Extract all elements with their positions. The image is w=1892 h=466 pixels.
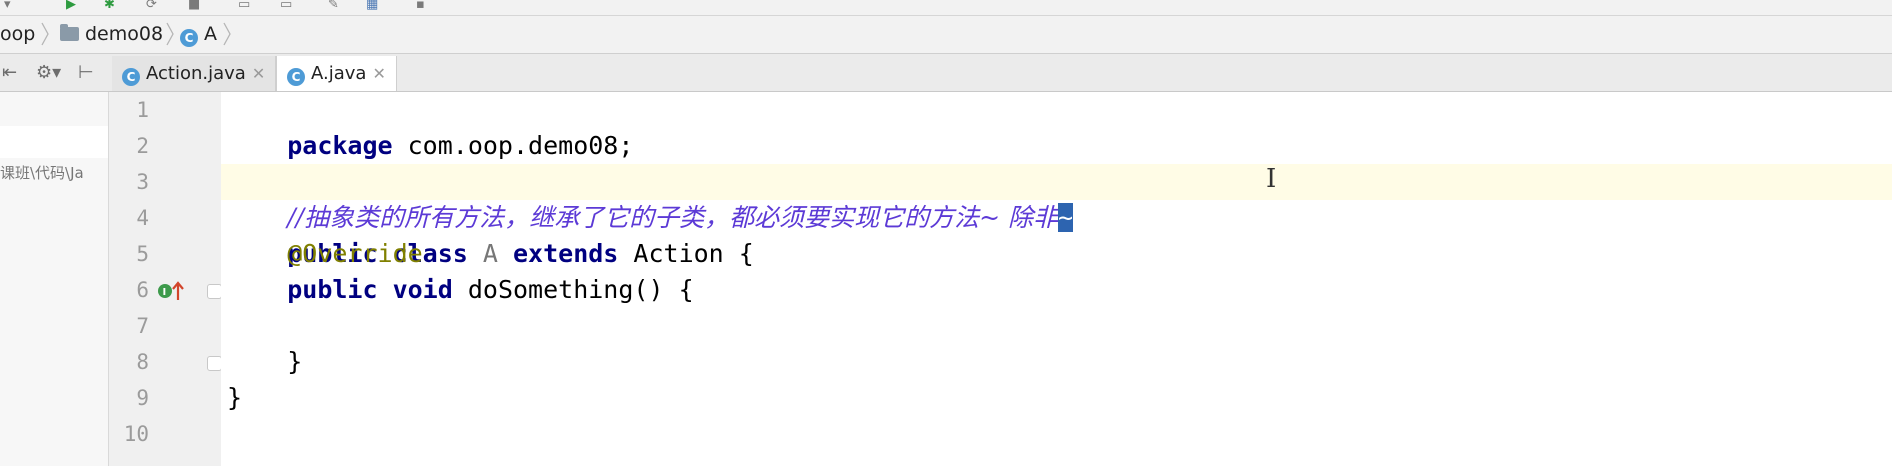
- collapse-icon[interactable]: ⇤: [2, 54, 17, 91]
- class-icon: C: [122, 68, 140, 86]
- svg-text:I: I: [163, 287, 167, 298]
- keyword: package: [287, 131, 393, 160]
- breadcrumb-label: demo08: [85, 23, 164, 45]
- line-number: 1: [136, 98, 149, 122]
- gear-icon[interactable]: ⚙▾: [36, 54, 61, 91]
- line-number: 6: [136, 278, 149, 302]
- tab-action-java[interactable]: C Action.java ✕: [112, 56, 277, 91]
- annotation: @Override: [287, 239, 423, 268]
- line-number: 8: [136, 350, 149, 374]
- code-line-8: }: [227, 344, 302, 380]
- selected-text: ~: [1057, 203, 1074, 232]
- superclass-name: Action {: [618, 239, 754, 268]
- breadcrumb-item-demo08[interactable]: demo08: [60, 16, 163, 53]
- class-icon: C: [287, 68, 305, 86]
- project-path-text: 课班\代码\Ja: [0, 164, 84, 182]
- method-signature: doSomething() {: [452, 275, 694, 304]
- closing-brace: }: [227, 383, 243, 412]
- line-number: 9: [136, 386, 149, 410]
- keyword: public void: [287, 275, 453, 304]
- breadcrumb-separator: [222, 22, 232, 46]
- project-tree-row[interactable]: [0, 126, 108, 158]
- breadcrumb-label: oop: [0, 23, 36, 45]
- line-number: 4: [136, 206, 149, 230]
- breadcrumb: oop demo08 CA: [0, 16, 1892, 54]
- editor-gutter: 1 2 3 4 5 6 7 8 9 10 I: [109, 92, 222, 466]
- line-number: 10: [123, 422, 149, 446]
- dropdown-icon[interactable]: ▾: [4, 0, 11, 11]
- save-icon[interactable]: ▪: [416, 0, 425, 11]
- project-panel-toolbar: ⇤ ⚙▾ ⊢: [0, 54, 110, 91]
- hide-panel-icon[interactable]: ⊢: [78, 54, 94, 91]
- class-name: A: [467, 239, 513, 268]
- debug-icon[interactable]: ✱: [104, 0, 115, 11]
- code-line-9: }: [227, 380, 242, 416]
- run-icon[interactable]: ▶: [66, 0, 76, 11]
- text-cursor-icon: I: [1266, 164, 1277, 194]
- stop-icon[interactable]: ■: [188, 0, 200, 11]
- structure-icon[interactable]: ▦: [366, 0, 378, 11]
- package-name: com.oop.demo08;: [392, 131, 634, 160]
- tab-a-java[interactable]: C A.java ✕: [276, 56, 397, 91]
- closing-brace: }: [287, 347, 303, 376]
- close-icon[interactable]: ✕: [372, 64, 385, 83]
- editor-tab-bar: ⇤ ⚙▾ ⊢ C Action.java ✕ C A.java ✕: [0, 54, 1892, 93]
- breadcrumb-separator: [40, 22, 50, 46]
- settings-icon[interactable]: ✎: [328, 0, 339, 11]
- breadcrumb-separator: [165, 22, 175, 46]
- coverage-icon[interactable]: ⟳: [146, 0, 157, 11]
- code-line-5: @Override: [227, 236, 423, 272]
- tab-label: A.java: [311, 63, 367, 84]
- line-number: 7: [136, 314, 149, 338]
- class-icon: C: [180, 29, 198, 47]
- project-panel: 课班\代码\Ja: [0, 92, 109, 466]
- code-line-6: public void doSomething() {: [227, 272, 694, 308]
- implements-method-icon[interactable]: I: [157, 280, 187, 306]
- code-line-4: public class A extends Action {: [227, 200, 754, 268]
- build-icon[interactable]: ▭: [238, 0, 250, 11]
- close-icon[interactable]: ✕: [252, 64, 265, 83]
- breadcrumb-label: A: [204, 23, 217, 45]
- sdk-icon[interactable]: ▭: [280, 0, 292, 11]
- line-number: 3: [136, 170, 149, 194]
- main-toolbar: ▾ ▶ ✱ ⟳ ■ ▭ ▭ ✎ ▦ ▪: [0, 0, 1892, 16]
- breadcrumb-item-oop[interactable]: oop: [0, 16, 35, 53]
- keyword: extends: [513, 239, 619, 268]
- tab-label: Action.java: [146, 63, 246, 84]
- line-number: 2: [136, 134, 149, 158]
- breadcrumb-item-a[interactable]: CA: [180, 16, 217, 53]
- code-line-1: package com.oop.demo08;: [227, 92, 633, 160]
- line-number: 5: [136, 242, 149, 266]
- fold-toggle-icon[interactable]: [207, 284, 222, 299]
- folder-icon: [60, 24, 79, 41]
- code-editor[interactable]: package com.oop.demo08; //抽象类的所有方法，继承了它的…: [221, 92, 1892, 466]
- code-line-3: //抽象类的所有方法，继承了它的子类，都必须要实现它的方法~ 除非~: [227, 164, 1074, 232]
- fold-toggle-icon[interactable]: [207, 356, 222, 371]
